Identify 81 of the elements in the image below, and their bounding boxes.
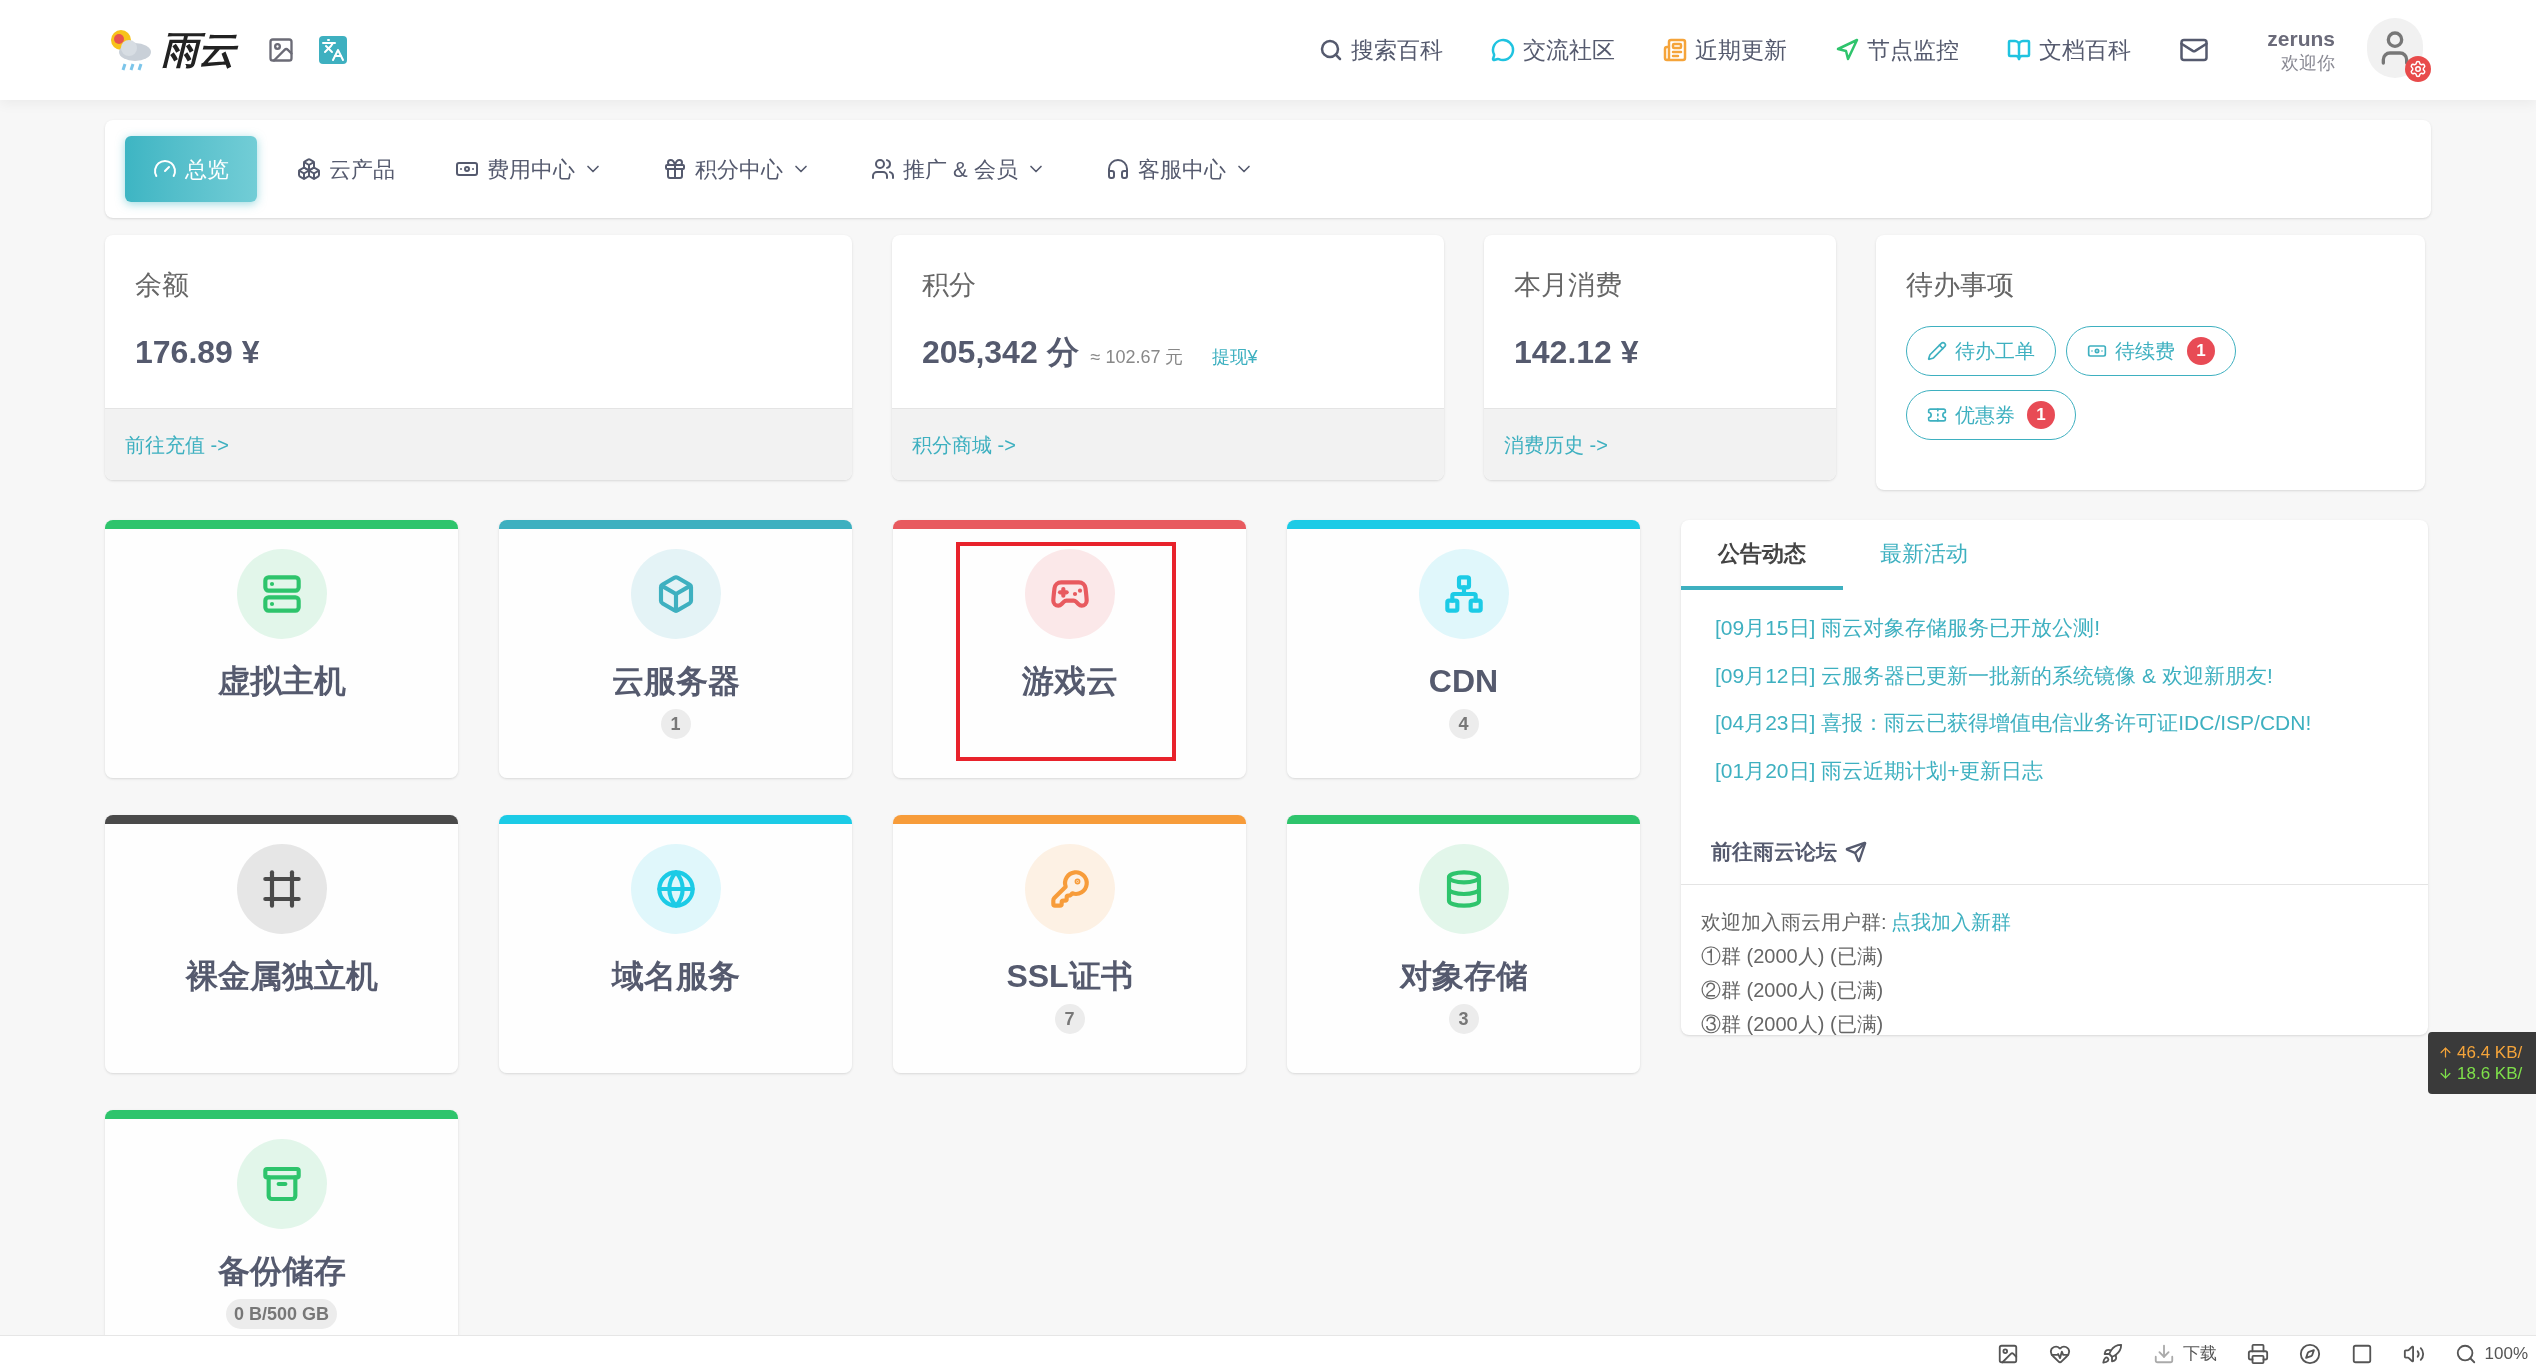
count-badge: 0 B/500 GB [225, 1299, 337, 1329]
product-name: 备份储存 [217, 1252, 346, 1291]
product-tile[interactable]: CDN 4 [1287, 520, 1640, 778]
header-link[interactable]: 交流社区 [1491, 32, 1616, 68]
count-badge: 7 [1054, 1004, 1085, 1034]
settings-badge[interactable] [2405, 56, 2431, 82]
window-icon[interactable] [2350, 1343, 2373, 1365]
count-badge: 1 [2187, 336, 2215, 365]
count-badge: 3 [1448, 1004, 1479, 1034]
upload-speed: 46.4 KB/ [2438, 1041, 2536, 1063]
product-name: 云服务器 [611, 662, 740, 701]
zoom-button[interactable]: 100% [2454, 1341, 2528, 1367]
user-name: zeruns [2267, 25, 2335, 52]
group-entry: ③群 (2000人) (已满) [1701, 1011, 1885, 1037]
key-icon [1049, 869, 1090, 909]
stat-title: 本月消费 [1514, 269, 1623, 302]
product-tile[interactable]: 对象存储 3 [1287, 815, 1640, 1073]
rocket-icon[interactable] [2100, 1343, 2123, 1365]
product-name: 对象存储 [1399, 957, 1528, 996]
compass-icon[interactable] [2298, 1343, 2321, 1365]
network-icon [1443, 574, 1484, 614]
users-icon [871, 157, 895, 181]
product-tile[interactable]: 裸金属独立机 [105, 815, 458, 1073]
nav-tab[interactable]: 积分中心 [643, 136, 831, 202]
headset-icon [1105, 157, 1130, 181]
count-badge: 1 [2027, 400, 2055, 429]
todo-button[interactable]: 优惠券 1 [1906, 389, 2076, 440]
product-name: 游戏云 [1021, 662, 1118, 701]
download-speed: 18.6 KB/ [2438, 1063, 2536, 1085]
product-tile[interactable]: 云服务器 1 [499, 520, 852, 778]
printer-icon[interactable] [2246, 1343, 2269, 1365]
product-tile[interactable]: 虚拟主机 [105, 520, 458, 778]
product-name: 虚拟主机 [217, 662, 346, 701]
count-badge: 1 [660, 709, 691, 739]
nav-tab[interactable]: 客服中心 [1085, 136, 1274, 202]
nav-tab[interactable]: 云产品 [277, 136, 415, 202]
product-tile[interactable]: SSL证书 7 [893, 815, 1246, 1073]
header-link[interactable]: 近期更新 [1663, 32, 1788, 68]
stat-value: 142.12 ¥ [1514, 332, 1639, 372]
image-icon[interactable] [267, 36, 296, 64]
archive-icon [261, 1164, 302, 1204]
image-icon[interactable] [1996, 1343, 2019, 1365]
user-avatar[interactable] [2367, 18, 2423, 78]
download-button[interactable]: 下载 [2152, 1341, 2217, 1367]
pencil-icon [1927, 340, 1947, 361]
product-name: SSL证书 [1006, 957, 1133, 996]
gift-icon [663, 157, 687, 181]
todo-button[interactable]: 待续费 1 [2066, 325, 2236, 376]
translate-icon[interactable] [319, 36, 348, 64]
globe-icon [655, 869, 696, 909]
stat-value: 205,342 分 [922, 332, 1079, 372]
stat-title: 积分 [922, 269, 977, 302]
product-name: CDN [1428, 662, 1499, 701]
server-icon [261, 574, 302, 614]
product-name: 裸金属独立机 [185, 957, 378, 996]
news-tab[interactable]: 公告动态 [1681, 520, 1843, 590]
stat-value: 176.89 ¥ [135, 332, 260, 372]
product-tile[interactable]: 域名服务 [499, 815, 852, 1073]
user-greeting: 欢迎你 [2281, 51, 2335, 75]
group-entry: ①群 (2000人) (已满) [1701, 943, 1885, 969]
forum-link[interactable]: 前往雨云论坛 [1711, 836, 1837, 868]
header-link[interactable]: 文档百科 [2007, 32, 2132, 68]
stat-note: ≈ 102.67 元 [1090, 345, 1184, 369]
nav-tab[interactable]: 推广 & 会员 [851, 136, 1066, 202]
cubes-icon [297, 157, 321, 181]
search-icon [2454, 1343, 2477, 1365]
group-entry: ②群 (2000人) (已满) [1701, 977, 1885, 1003]
count-badge: 4 [1448, 709, 1479, 739]
heart-pulse-icon[interactable] [2048, 1343, 2071, 1365]
speaker-icon[interactable] [2402, 1343, 2425, 1365]
header-link[interactable]: 搜索百科 [1319, 32, 1444, 68]
group-intro: 欢迎加入雨云用户群: [1701, 909, 1887, 935]
header-link[interactable]: 节点监控 [1835, 32, 1960, 68]
todo-title: 待办事项 [1906, 269, 2015, 302]
download-icon [2152, 1343, 2175, 1365]
product-tile[interactable]: 游戏云 [893, 520, 1246, 778]
nav-tab[interactable]: 费用中心 [435, 136, 623, 202]
stat-title: 余额 [135, 269, 190, 302]
paper-plane-icon [1845, 840, 1867, 863]
arrow-down-icon [2438, 1066, 2453, 1082]
product-name: 域名服务 [611, 957, 740, 996]
